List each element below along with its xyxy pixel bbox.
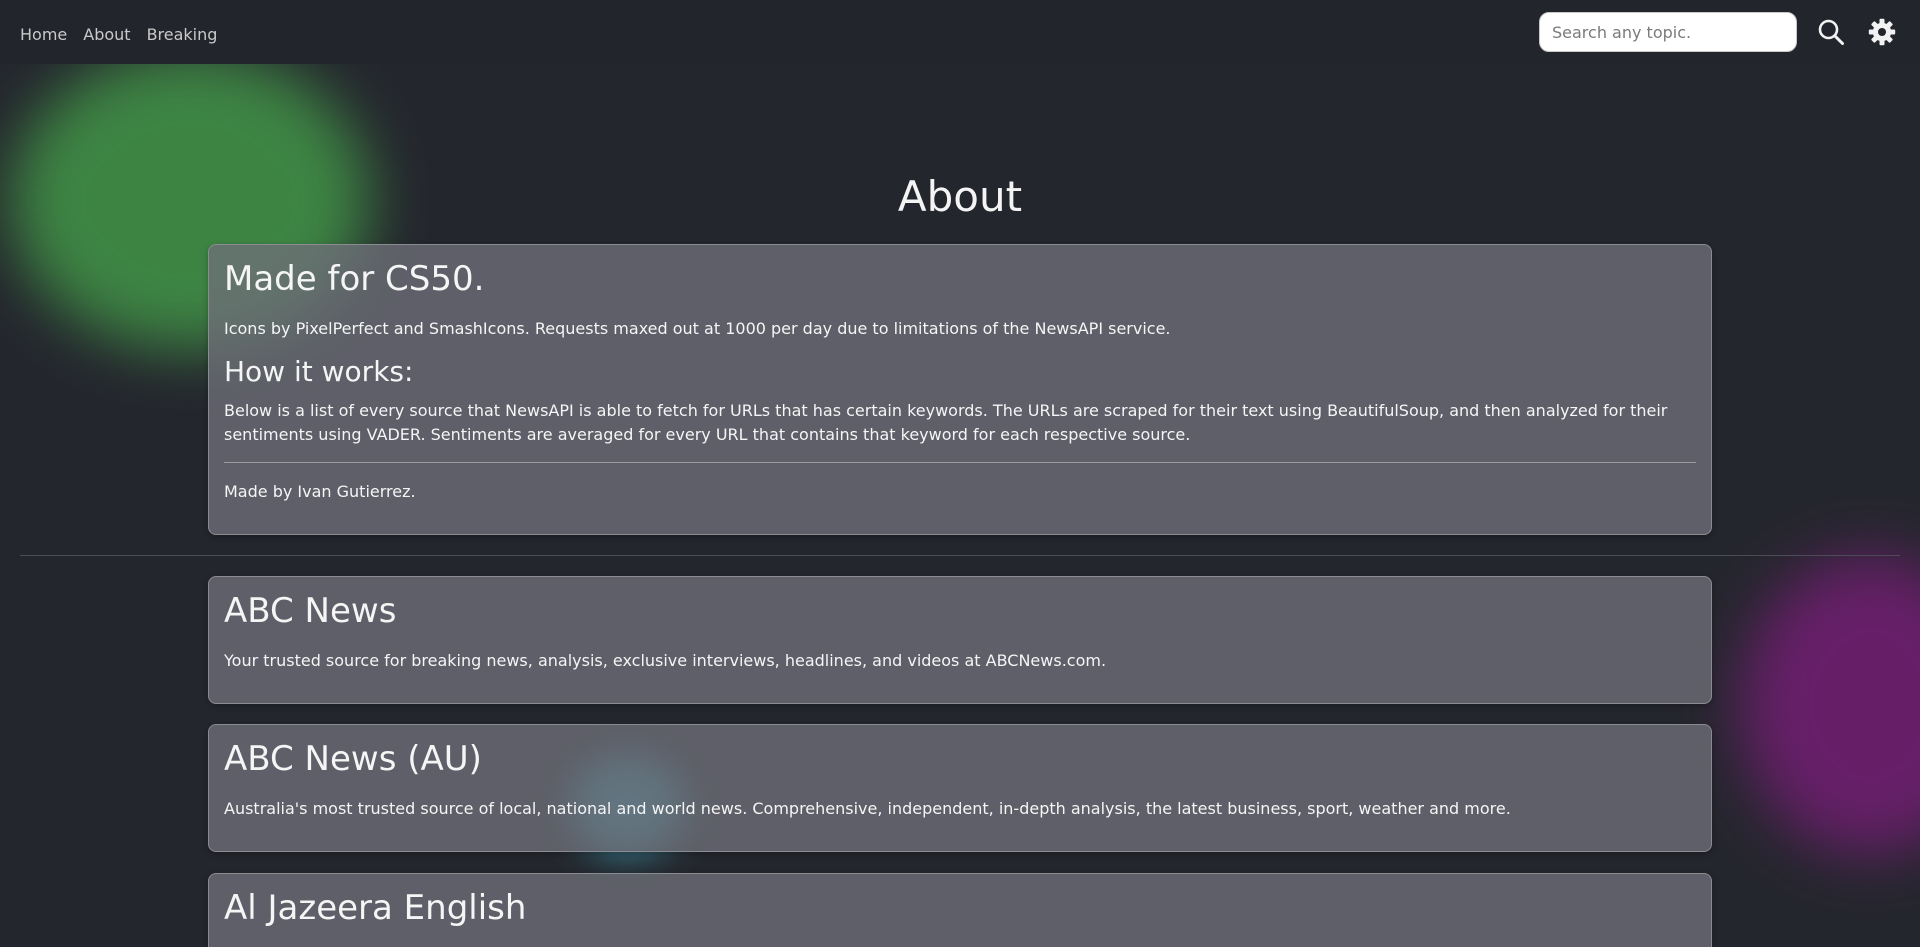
author-text: Made by Ivan Gutierrez. — [224, 482, 416, 501]
source-description: Your trusted source for breaking news, a… — [224, 651, 1107, 670]
section-divider — [20, 555, 1900, 556]
source-name: ABC News (AU) — [224, 739, 482, 779]
credits-text: Icons by PixelPerfect and SmashIcons. Re… — [224, 319, 1171, 338]
source-name: Al Jazeera English — [224, 888, 527, 928]
decorative-purple-blob — [1740, 555, 1920, 855]
source-description: Australia's most trusted source of local… — [224, 799, 1511, 818]
source-card: Al Jazeera English — [208, 873, 1712, 947]
gear-icon[interactable] — [1868, 18, 1896, 46]
source-name: ABC News — [224, 591, 397, 631]
card-divider — [224, 462, 1696, 463]
source-card: ABC News Your trusted source for breakin… — [208, 576, 1712, 704]
nav-link-breaking[interactable]: Breaking — [147, 25, 218, 44]
nav-link-about[interactable]: About — [83, 25, 130, 44]
nav-link-home[interactable]: Home — [20, 25, 67, 44]
how-it-works-heading: How it works: — [224, 355, 414, 388]
about-card-title: Made for CS50. — [224, 259, 485, 299]
search-icon[interactable] — [1817, 18, 1845, 46]
nav-links: Home About Breaking — [20, 25, 217, 44]
source-card: ABC News (AU) Australia's most trusted s… — [208, 724, 1712, 852]
search-input[interactable] — [1539, 12, 1797, 52]
page-title: About — [897, 172, 1023, 221]
about-card: Made for CS50. Icons by PixelPerfect and… — [208, 244, 1712, 535]
top-navbar: Home About Breaking — [0, 0, 1920, 64]
how-it-works-text: Below is a list of every source that New… — [224, 401, 1668, 444]
